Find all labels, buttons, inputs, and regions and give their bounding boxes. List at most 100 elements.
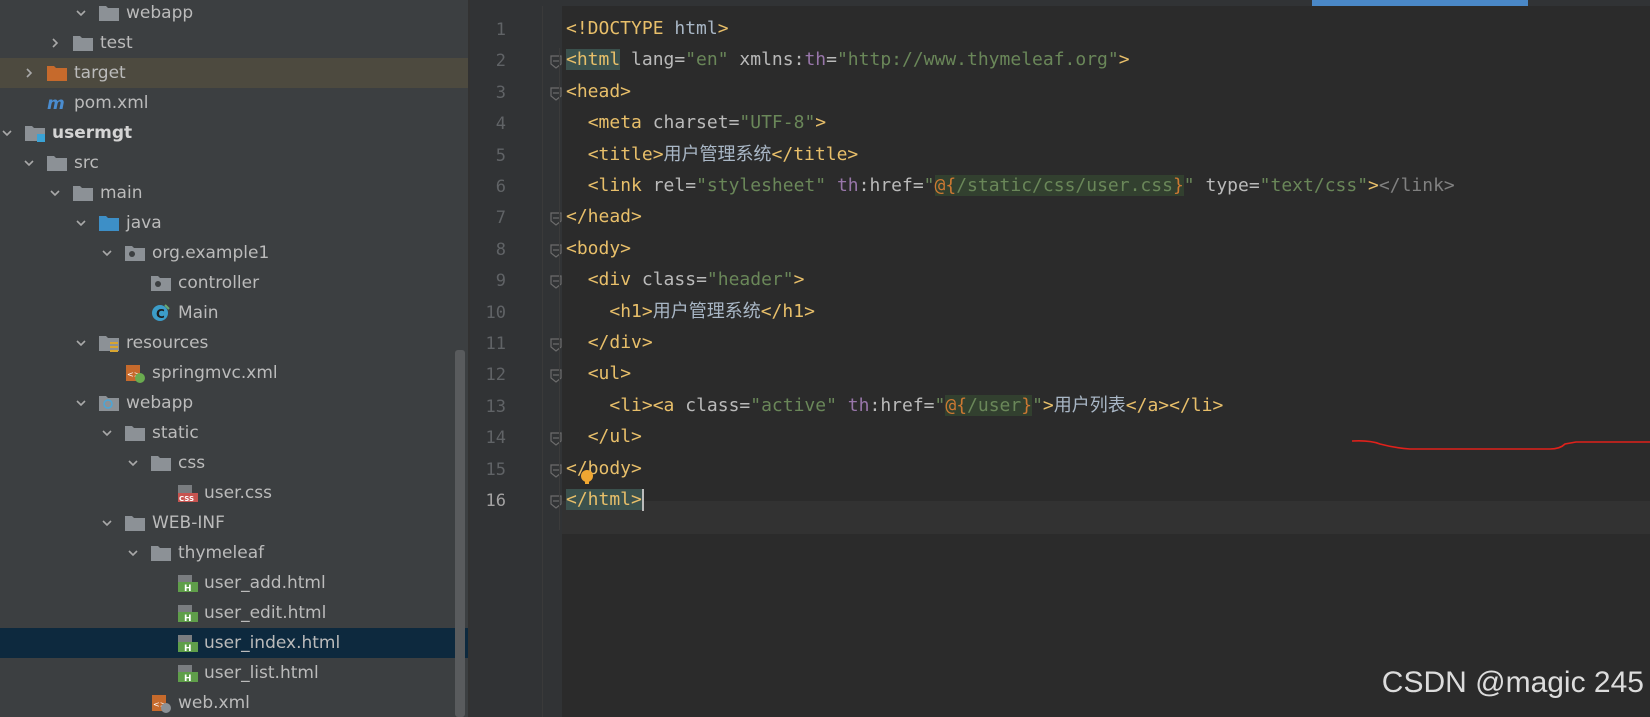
fold-marker-icon[interactable]: [550, 338, 562, 352]
tree-item-user-css[interactable]: CSS user.css: [0, 478, 468, 508]
fold-marker-icon[interactable]: [550, 87, 562, 101]
tree-item-test[interactable]: test: [0, 28, 468, 58]
line-number[interactable]: 4: [470, 114, 506, 134]
fold-marker-icon[interactable]: [550, 212, 562, 227]
fold-marker-icon[interactable]: [550, 244, 562, 258]
chevron-down-icon[interactable]: [0, 126, 14, 140]
code-line[interactable]: <head>: [566, 75, 631, 108]
code-token: @{: [945, 394, 968, 416]
code-line[interactable]: <link rel="stylesheet" th:href="@{/stati…: [566, 169, 1455, 202]
tree-item-main[interactable]: C Main: [0, 298, 468, 328]
code-token: </title>: [771, 143, 859, 165]
tree-item-user-list-html[interactable]: Huser_list.html: [0, 658, 468, 688]
tree-item-static[interactable]: static: [0, 418, 468, 448]
fold-marker-icon[interactable]: [550, 369, 562, 384]
chevron-down-icon[interactable]: [126, 456, 140, 470]
tree-item-webapp[interactable]: webapp: [0, 0, 468, 28]
code-token: /static/css/user.css: [956, 175, 1173, 196]
code-editor[interactable]: 1 2 3 4 5 6 7 8 9 10 11 12 13 14 15 16 <!DOCTYPE html> <…: [470, 0, 1650, 717]
spring-xml-icon: <>: [124, 363, 146, 383]
chevron-down-icon[interactable]: [126, 546, 140, 560]
code-line[interactable]: </div>: [566, 326, 653, 359]
code-token: charset=: [641, 112, 740, 134]
fold-marker-icon[interactable]: [550, 55, 562, 70]
tree-item-user-edit-html[interactable]: Huser_edit.html: [0, 598, 468, 628]
fold-marker-icon[interactable]: [550, 463, 562, 478]
line-number[interactable]: 2: [470, 51, 506, 71]
line-number[interactable]: 3: [470, 83, 506, 103]
web-folder-icon: [98, 393, 120, 413]
line-number[interactable]: 16: [470, 491, 506, 511]
line-number[interactable]: 5: [470, 146, 506, 166]
fold-marker-icon[interactable]: [550, 495, 562, 509]
chevron-down-icon[interactable]: [100, 516, 114, 530]
tree-item-target[interactable]: target: [0, 58, 468, 88]
lightbulb-icon[interactable]: [578, 468, 596, 486]
tree-item-pom-xml[interactable]: m pom.xml: [0, 88, 468, 118]
line-number[interactable]: 8: [470, 240, 506, 260]
tree-item-web-inf[interactable]: WEB-INF: [0, 508, 468, 538]
code-line[interactable]: <div class="header">: [566, 263, 805, 296]
line-number[interactable]: 11: [470, 334, 506, 354]
fold-marker-icon[interactable]: [550, 275, 562, 289]
tree-item-resources[interactable]: resources: [0, 328, 468, 358]
chevron-down-icon[interactable]: [100, 426, 114, 440]
chevron-down-icon[interactable]: [22, 156, 36, 170]
tree-item-web-xml[interactable]: <> web.xml: [0, 688, 468, 717]
chevron-down-icon[interactable]: [74, 336, 88, 350]
chevron-down-icon[interactable]: [48, 186, 62, 200]
tree-item-controller[interactable]: controller: [0, 268, 468, 298]
code-token: class=: [631, 269, 707, 291]
svg-text:H: H: [184, 644, 192, 653]
line-number[interactable]: 14: [470, 428, 506, 448]
line-number[interactable]: 10: [470, 303, 506, 323]
line-number[interactable]: 9: [470, 271, 506, 291]
code-line[interactable]: <meta charset="UTF-8">: [566, 106, 826, 139]
chevron-down-icon[interactable]: [74, 216, 88, 230]
code-line[interactable]: <html lang="en" xmlns:th="http://www.thy…: [566, 43, 1130, 76]
tree-scrollbar-thumb[interactable]: [455, 350, 465, 717]
line-number[interactable]: 1: [470, 20, 506, 40]
line-number[interactable]: 6: [470, 177, 506, 197]
tree-item-org-example1[interactable]: org.example1: [0, 238, 468, 268]
code-line[interactable]: <ul>: [566, 357, 631, 390]
tree-item-main[interactable]: main: [0, 178, 468, 208]
tree-scrollbar[interactable]: [454, 0, 466, 717]
chevron-right-icon[interactable]: [48, 36, 62, 50]
tree-item-label: user_add.html: [204, 573, 326, 593]
code-line[interactable]: <title>用户管理系统</title>: [566, 138, 859, 171]
chevron-right-icon[interactable]: [22, 66, 36, 80]
tree-item-webapp[interactable]: webapp: [0, 388, 468, 418]
package-icon: [150, 273, 172, 293]
tree-item-springmvc-xml[interactable]: <> springmvc.xml: [0, 358, 468, 388]
annotation-underline: [1351, 440, 1650, 450]
active-tab-indicator[interactable]: [1312, 0, 1528, 6]
fold-marker-icon[interactable]: [550, 432, 562, 446]
code-line[interactable]: <li><a class="active" th:href="@{/user}"…: [566, 389, 1223, 422]
code-line[interactable]: <!DOCTYPE html>: [566, 12, 729, 45]
code-line[interactable]: </html>: [566, 483, 644, 516]
tree-item-thymeleaf[interactable]: thymeleaf: [0, 538, 468, 568]
code-line[interactable]: </ul>: [566, 420, 642, 453]
line-number[interactable]: 12: [470, 365, 506, 385]
tree-item-user-add-html[interactable]: Huser_add.html: [0, 568, 468, 598]
tree-item-src[interactable]: src: [0, 148, 468, 178]
tree-item-usermgt[interactable]: usermgt: [0, 118, 468, 148]
code-token: }: [1021, 394, 1033, 416]
code-line[interactable]: <h1>用户管理系统</h1>: [566, 295, 815, 328]
line-number[interactable]: 15: [470, 460, 506, 480]
code-line[interactable]: <body>: [566, 232, 631, 265]
code-token: /user: [967, 394, 1022, 416]
tree-item-css[interactable]: css: [0, 448, 468, 478]
code-line[interactable]: </head>: [566, 200, 642, 233]
line-number[interactable]: 7: [470, 208, 506, 228]
chevron-down-icon[interactable]: [74, 396, 88, 410]
tree-item-user-index-html[interactable]: Huser_index.html: [0, 628, 468, 658]
chevron-down-icon[interactable]: [100, 246, 114, 260]
tree-item-java[interactable]: java: [0, 208, 468, 238]
chevron-down-icon[interactable]: [74, 6, 88, 20]
line-number[interactable]: 13: [470, 397, 506, 417]
